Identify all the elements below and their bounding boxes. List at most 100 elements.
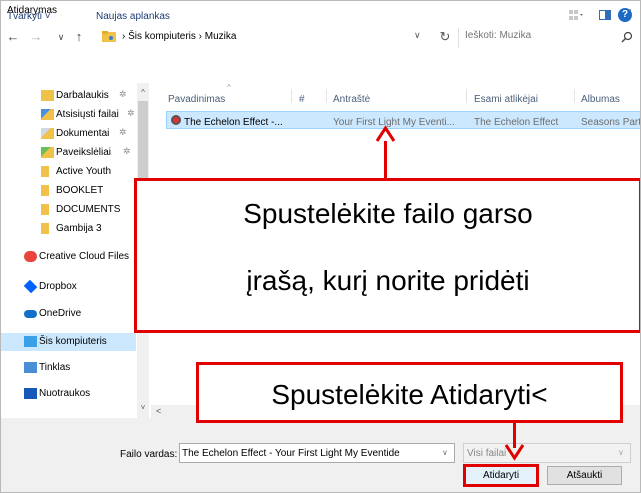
arrow-right-icon: →	[29, 29, 43, 44]
pin-icon[interactable]: ✲	[119, 89, 127, 100]
nav-item-documents-folder[interactable]: DOCUMENTS	[41, 202, 137, 218]
refresh-icon: ↻	[439, 29, 451, 44]
forward-button[interactable]: →	[28, 28, 44, 46]
creative-cloud-icon	[24, 251, 37, 262]
chevron-down-icon[interactable]: ∨	[414, 30, 421, 41]
onedrive-icon	[24, 310, 37, 318]
nav-item-gambija[interactable]: Gambija 3	[41, 221, 137, 237]
instruction-callout-open: Spustelėkite Atidaryti<	[196, 362, 623, 423]
search-box[interactable]	[458, 28, 639, 48]
nav-item-documents[interactable]: Dokumentai ✲	[41, 126, 137, 142]
nav-item-label: BOOKLET	[56, 185, 104, 196]
organize-button[interactable]: Tvarkyti ˅	[7, 11, 51, 22]
back-button[interactable]: ←	[5, 28, 21, 46]
nav-item-label: Gambija 3	[56, 223, 102, 234]
folder-icon	[41, 204, 49, 215]
preview-pane-icon[interactable]	[599, 10, 611, 20]
column-separator[interactable]	[326, 89, 327, 103]
pin-icon[interactable]: ✲	[119, 127, 127, 138]
computer-icon	[24, 336, 37, 347]
column-header-artists[interactable]: Esami atlikėjai	[474, 94, 538, 105]
filename-value[interactable]: The Echelon Effect - Your First Light My…	[182, 448, 400, 459]
address-path[interactable]: › Šis kompiuteris › Muzika	[122, 31, 236, 42]
audio-file-icon	[171, 115, 181, 125]
filename-label: Failo vardas:	[120, 449, 178, 460]
column-header-number[interactable]: #	[299, 94, 305, 105]
column-separator[interactable]	[466, 89, 467, 103]
nav-item-booklet[interactable]: BOOKLET	[41, 183, 137, 199]
nav-item-label: Darbalaukis	[56, 90, 109, 101]
file-type-select[interactable]: Visi failai ∨	[463, 443, 631, 463]
documents-folder-icon	[41, 128, 54, 139]
scroll-up-icon[interactable]: ^	[137, 88, 149, 97]
new-folder-button[interactable]: Naujas aplankas	[96, 11, 170, 22]
open-file-dialog: Atidarymas × ← → ∨ ↑ › Šis kompiuteris ›…	[0, 0, 641, 493]
callout-text: Spustelėkite failo garso	[243, 198, 533, 229]
nav-item-network[interactable]: Tinklas	[24, 360, 137, 376]
chevron-down-icon[interactable]: ∨	[618, 448, 624, 457]
column-header-title[interactable]: Antraštė	[333, 94, 370, 105]
nav-item-label: Paveikslėliai	[56, 147, 112, 158]
column-separator[interactable]	[291, 89, 292, 103]
folder-icon	[41, 185, 49, 196]
nav-item-desktop[interactable]: Darbalaukis ✲	[41, 88, 137, 104]
cancel-button[interactable]: Atšaukti	[547, 466, 622, 485]
album-cell: Seasons Part	[581, 117, 641, 128]
recent-locations-button[interactable]: ∨	[53, 28, 69, 46]
nav-item-label: Dropbox	[39, 281, 77, 292]
search-icon[interactable]	[621, 31, 633, 43]
scroll-down-icon[interactable]: ˅	[137, 403, 149, 412]
column-header-album[interactable]: Albumas	[581, 94, 620, 105]
instruction-callout-select-file: Spustelėkite failo garso įrašą, kurį nor…	[134, 178, 640, 333]
nav-item-onedrive[interactable]: OneDrive	[24, 306, 137, 322]
nav-item-label: Creative Cloud Files	[39, 251, 130, 262]
nav-item-label: OneDrive	[39, 308, 82, 319]
address-bar[interactable]: › Šis kompiuteris › Muzika ∨	[102, 28, 451, 48]
pin-icon[interactable]: ✲	[127, 108, 135, 119]
artists-cell: The Echelon Effect	[474, 117, 559, 128]
nav-item-label: Šis kompiuteris	[39, 336, 107, 347]
filename-field[interactable]: The Echelon Effect - Your First Light My…	[179, 443, 455, 463]
search-input[interactable]	[465, 30, 615, 41]
file-type-value[interactable]: Visi failai	[467, 448, 506, 459]
column-header-name[interactable]: Pavadinimas	[168, 94, 225, 105]
arrow-up-icon	[375, 125, 396, 142]
nav-item-creative-cloud[interactable]: Creative Cloud Files	[24, 249, 137, 265]
column-separator[interactable]	[574, 89, 575, 103]
nav-item-label: Atsisiųsti failai	[56, 109, 119, 120]
file-name-cell[interactable]: The Echelon Effect -...	[184, 117, 283, 128]
nav-item-active-youth[interactable]: Active Youth	[41, 164, 137, 180]
help-icon[interactable]: ?	[618, 8, 632, 22]
arrow-left-icon: ←	[6, 29, 20, 44]
nav-item-label: Tinklas	[39, 362, 71, 373]
callout-text: Spustelėkite Atidaryti<	[271, 379, 548, 410]
up-button[interactable]: ↑	[71, 28, 87, 46]
chevron-down-icon: ∨	[57, 32, 65, 42]
command-bar	[1, 57, 640, 83]
nav-item-label: Active Youth	[56, 166, 112, 177]
nav-item-pictures[interactable]: Paveikslėliai ✲	[41, 145, 137, 161]
nav-item-label: DOCUMENTS	[56, 204, 121, 215]
refresh-button[interactable]: ↻	[437, 28, 453, 46]
desktop-folder-icon	[41, 90, 54, 101]
open-button[interactable]: Atidaryti	[463, 464, 539, 487]
nav-item-this-pc[interactable]: Šis kompiuteris	[24, 334, 137, 350]
arrow-up-icon: ↑	[75, 29, 83, 44]
callout-text: įrašą, kurį norite pridėti	[246, 265, 530, 296]
network-icon	[24, 362, 37, 373]
scroll-left-icon[interactable]: <	[156, 406, 161, 416]
folder-icon	[41, 223, 49, 234]
pictures-folder-icon	[41, 147, 54, 158]
chevron-down-icon[interactable]: ∨	[442, 448, 448, 457]
arrow-line	[384, 141, 387, 179]
nav-item-dropbox[interactable]: Dropbox	[23, 279, 137, 295]
folder-icon	[41, 166, 49, 177]
view-options-icon[interactable]	[569, 9, 583, 21]
pin-icon[interactable]: ✲	[123, 146, 131, 157]
nav-item-downloads[interactable]: Atsisiųsti failai ✲	[41, 107, 137, 123]
nav-item-label: Nuotraukos	[39, 388, 91, 399]
dropbox-icon	[23, 279, 38, 294]
nav-item-label: Dokumentai	[56, 128, 110, 139]
nav-item-photos[interactable]: Nuotraukos	[24, 386, 137, 402]
downloads-folder-icon	[41, 109, 54, 120]
